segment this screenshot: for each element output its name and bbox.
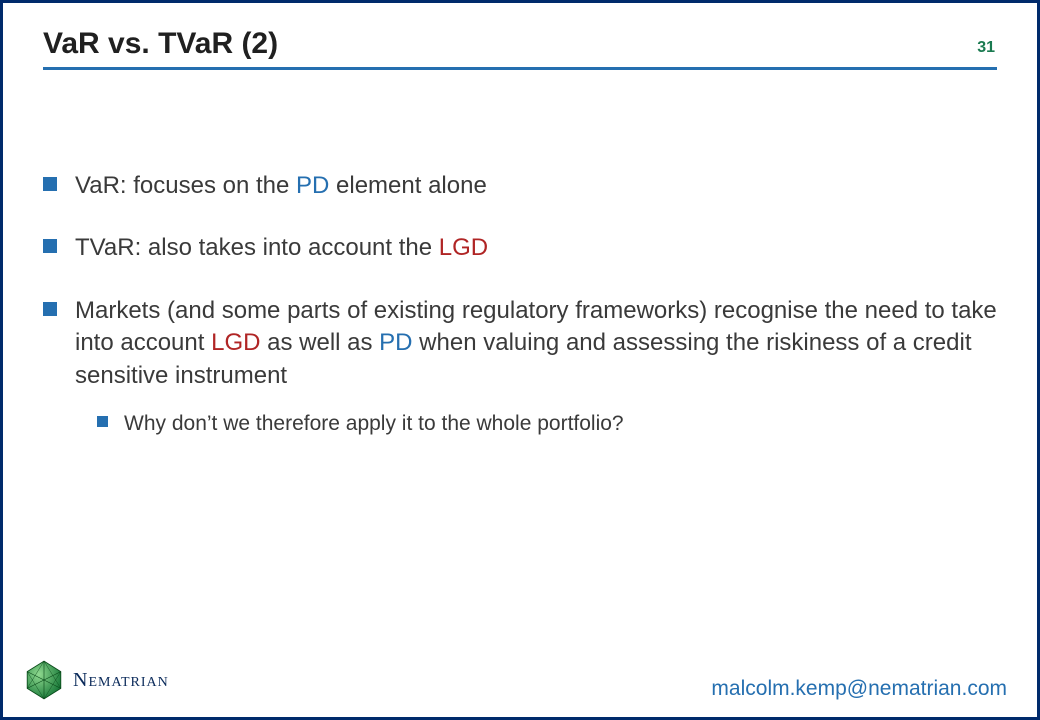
- square-bullet-icon: [43, 239, 57, 253]
- globe-icon: [23, 659, 65, 701]
- sub-list-item: Why don’t we therefore apply it to the w…: [97, 410, 997, 438]
- page-number: 31: [977, 39, 997, 61]
- title-rule: [43, 67, 997, 70]
- square-bullet-icon: [43, 177, 57, 191]
- list-item: VaR: focuses on the PD element alone: [43, 170, 997, 202]
- list-item: TVaR: also takes into account the LGD: [43, 232, 997, 264]
- bullet-text: Markets (and some parts of existing regu…: [75, 295, 997, 392]
- footer: Nematrian malcolm.kemp@nematrian.com: [23, 659, 1007, 701]
- brand: Nematrian: [23, 659, 169, 701]
- page-title: VaR vs. TVaR (2): [43, 27, 278, 61]
- bullet-text: TVaR: also takes into account the LGD: [75, 232, 488, 264]
- slide: VaR vs. TVaR (2) 31 VaR: focuses on the …: [0, 0, 1040, 720]
- sub-bullet-text: Why don’t we therefore apply it to the w…: [124, 410, 624, 438]
- header: VaR vs. TVaR (2) 31: [43, 27, 997, 65]
- bullet-text: VaR: focuses on the PD element alone: [75, 170, 487, 202]
- brand-name: Nematrian: [73, 669, 169, 692]
- contact-email: malcolm.kemp@nematrian.com: [711, 677, 1007, 701]
- square-bullet-icon: [97, 416, 108, 427]
- square-bullet-icon: [43, 302, 57, 316]
- content: VaR: focuses on the PD element alone TVa…: [43, 170, 997, 438]
- list-item: Markets (and some parts of existing regu…: [43, 295, 997, 392]
